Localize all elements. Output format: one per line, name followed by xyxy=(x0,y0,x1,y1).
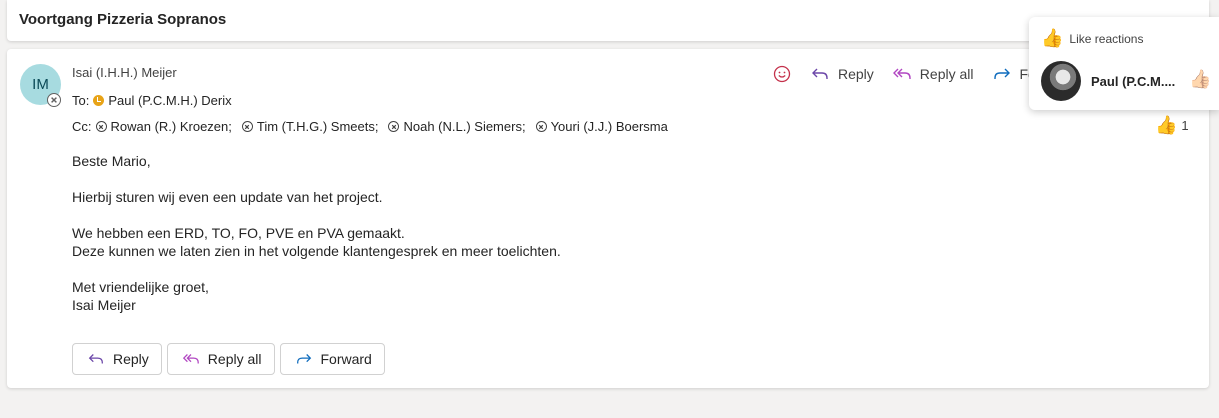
presence-offline-icon xyxy=(388,121,400,132)
reaction-count: 1 xyxy=(1181,118,1189,133)
reply-all-icon xyxy=(892,68,911,79)
reply-label: Reply xyxy=(113,351,149,367)
forward-button[interactable]: Forward xyxy=(279,343,385,375)
presence-offline-icon xyxy=(241,121,253,132)
to-recipient[interactable]: Paul (P.C.M.H.) Derix xyxy=(93,93,232,108)
reply-icon xyxy=(88,354,103,364)
recipient-name: Rowan (R.) Kroezen; xyxy=(110,119,232,134)
body-paragraph: We hebben een ERD, TO, FO, PVE en PVA ge… xyxy=(72,225,405,241)
reply-icon xyxy=(812,68,828,79)
popup-title: 👍 Like reactions xyxy=(1041,28,1143,49)
cc-recipient[interactable]: Tim (T.H.G.) Smeets; xyxy=(241,119,379,134)
recipient-name: Tim (T.H.G.) Smeets; xyxy=(256,119,379,134)
presence-away-icon xyxy=(93,95,105,106)
reply-all-icon xyxy=(182,354,199,364)
cc-label: Cc: xyxy=(72,119,92,134)
like-reactions-popup: 👍 Like reactions Paul (P.C.M.... 👍 xyxy=(1029,17,1219,110)
avatar-initials: IM xyxy=(32,76,49,93)
body-paragraph: Deze kunnen we laten zien in het volgend… xyxy=(72,243,561,259)
cc-recipient[interactable]: Rowan (R.) Kroezen; xyxy=(95,119,232,134)
message-subject: Voortgang Pizzeria Sopranos xyxy=(19,11,227,28)
body-closing: Met vriendelijke groet, xyxy=(72,279,209,295)
thumbs-up-icon: 👍 xyxy=(1155,115,1178,135)
message-toolbar: Reply Reply all Fo xyxy=(772,64,1054,84)
toolbar-reply-all-button[interactable]: Reply all xyxy=(892,64,974,84)
sender-name[interactable]: Isai (I.H.H.) Meijer xyxy=(72,65,177,80)
message-body: Beste Mario, Hierbij sturen wij even een… xyxy=(72,152,561,314)
body-paragraph: Hierbij sturen wij even een update van h… xyxy=(72,189,383,205)
to-line: To: Paul (P.C.M.H.) Derix xyxy=(72,93,238,108)
recipient-name: Youri (J.J.) Boersma xyxy=(550,119,668,134)
cc-recipient[interactable]: Youri (J.J.) Boersma xyxy=(535,119,668,134)
recipient-name: Paul (P.C.M.H.) Derix xyxy=(108,93,232,108)
person-name: Paul (P.C.M.... xyxy=(1091,73,1176,89)
presence-offline-icon xyxy=(47,93,61,107)
body-greeting: Beste Mario, xyxy=(72,153,151,169)
thumbs-up-skin-tone-icon: 👍 xyxy=(1189,69,1212,89)
forward-icon xyxy=(296,354,311,364)
cc-recipient[interactable]: Noah (N.L.) Siemers; xyxy=(388,119,526,134)
cc-line: Cc: Rowan (R.) Kroezen; Tim (T.H.G.) Sme… xyxy=(72,119,674,134)
recipient-name: Noah (N.L.) Siemers; xyxy=(403,119,526,134)
bottom-actions: Reply Reply all Forward xyxy=(72,343,385,375)
presence-offline-icon xyxy=(535,121,547,132)
thumbs-up-icon: 👍 xyxy=(1041,28,1064,48)
popup-title-label: Like reactions xyxy=(1069,31,1144,46)
like-reaction-chip[interactable]: 👍 1 xyxy=(1155,115,1189,136)
reply-all-button[interactable]: Reply all xyxy=(166,343,275,375)
body-signature: Isai Meijer xyxy=(72,297,136,313)
reply-button[interactable]: Reply xyxy=(72,343,162,375)
presence-offline-icon xyxy=(95,121,107,132)
reaction-person[interactable]: Paul (P.C.M.... xyxy=(1041,61,1175,101)
toolbar-reply-button[interactable]: Reply xyxy=(810,64,874,84)
toolbar-reply-label: Reply xyxy=(838,66,874,82)
to-label: To: xyxy=(72,93,90,108)
person-photo xyxy=(1041,61,1081,101)
emoji-reaction-button[interactable] xyxy=(772,64,792,84)
forward-icon xyxy=(993,68,1010,79)
smiley-icon xyxy=(773,65,791,83)
forward-label: Forward xyxy=(320,351,372,367)
toolbar-reply-all-label: Reply all xyxy=(919,66,974,82)
reply-all-label: Reply all xyxy=(207,351,262,367)
